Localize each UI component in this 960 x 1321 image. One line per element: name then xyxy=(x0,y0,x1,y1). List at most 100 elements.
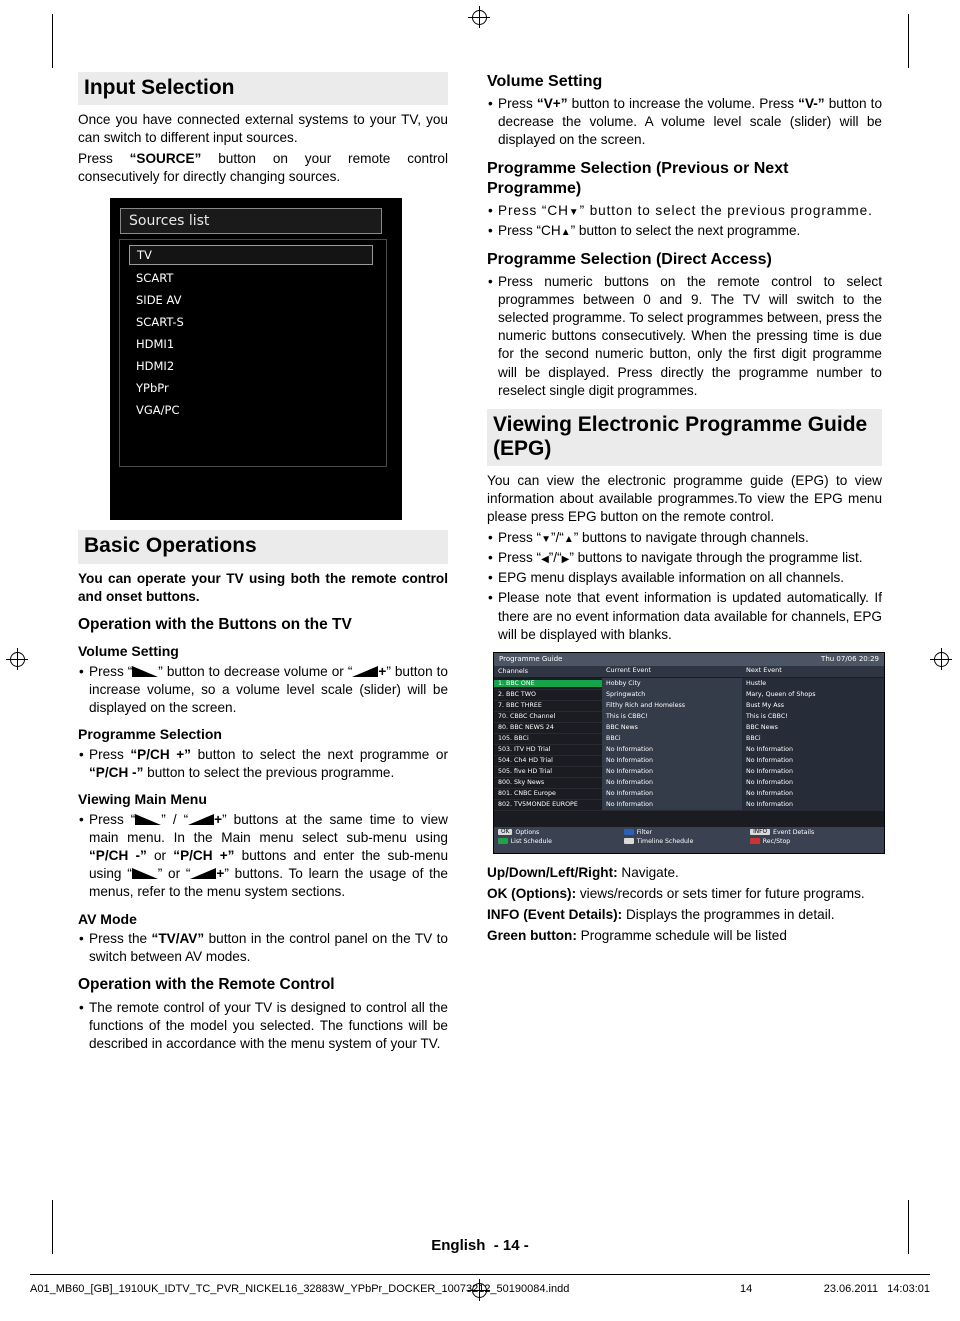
main-menu-list: Press “” / “+” buttons at the same time … xyxy=(78,811,448,901)
epg-current: No Information xyxy=(602,743,742,755)
print-file-page: 14 xyxy=(740,1283,753,1295)
volume-setting-heading-left: Volume Setting xyxy=(78,643,179,660)
epg-legend-text-green: Programme schedule will be listed xyxy=(576,927,787,943)
info-key-badge: INFO xyxy=(750,829,771,836)
programme-selection-direct-heading: Programme Selection (Direct Access) xyxy=(487,250,772,268)
input-selection-heading: Input Selection xyxy=(78,72,448,106)
epg-legend-key-ok: OK (Options): xyxy=(487,885,577,901)
vr-c: button to increase the volume. Press xyxy=(567,96,799,112)
print-file-timestamp: 23.06.2011 14:03:01 xyxy=(780,1283,930,1295)
pch-minus-label: “P/CH -” xyxy=(89,765,144,781)
epg-footer-row-2: List Schedule Timeline Schedule Rec/Stop xyxy=(498,838,880,845)
epg-bullet-note: Please note that event information is up… xyxy=(487,589,882,643)
epg-next: No Information xyxy=(742,754,884,766)
footer-divider xyxy=(30,1274,930,1275)
plus-sign-2: + xyxy=(214,812,223,828)
main-menu-item: Press “” / “+” buttons at the same time … xyxy=(78,811,448,901)
epg-legend-key-info: INFO (Event Details): xyxy=(487,906,623,922)
buttons-on-tv-heading: Operation with the Buttons on the TV xyxy=(78,615,352,633)
crop-line-left xyxy=(52,14,53,68)
sources-list-screenshot: Sources list TV SCART SIDE AV SCART-S HD… xyxy=(110,198,402,521)
epg-footer-filter-label: Filter xyxy=(636,828,653,836)
eb1-b: ”/“ xyxy=(550,530,564,546)
epg-footer-event-details[interactable]: INFO Event Details xyxy=(750,829,876,836)
epg-channel: 505. five HD Trial xyxy=(498,767,553,775)
registration-circle-left xyxy=(10,652,25,667)
epg-intro: You can view the electronic programme gu… xyxy=(487,472,882,525)
channel-up-icon xyxy=(561,223,571,238)
epg-current: No Information xyxy=(602,765,742,777)
volume-setting-list-left: Press “” button to decrease volume or “+… xyxy=(78,663,448,717)
programme-selection-item-left: Press “P/CH +” button to select the next… xyxy=(78,746,448,782)
volume-setting-list-right: Press “V+” button to increase the volume… xyxy=(487,95,882,149)
epg-heading: Viewing Electronic Programme Guide (EPG) xyxy=(487,408,882,466)
epg-next: Hustle xyxy=(742,677,884,689)
epg-channel: 503. ITV HD Trial xyxy=(498,745,551,753)
epg-footer-filter[interactable]: Filter xyxy=(624,829,750,836)
epg-screenshot-title: Programme Guide xyxy=(499,655,563,664)
epg-bullet-info: EPG menu displays available information … xyxy=(487,569,882,587)
epg-header-next: Next Event xyxy=(742,665,884,677)
epg-clock: Thu 07/06 20:29 xyxy=(821,655,879,664)
print-file-name: A01_MB60_[GB]_1910UK_IDTV_TC_PVR_NICKEL1… xyxy=(30,1283,570,1295)
ps-c: button to select the next programme or xyxy=(190,747,449,763)
epg-footer-options[interactable]: OK Options xyxy=(498,829,624,836)
crop-line-right xyxy=(908,14,909,68)
pch-plus-label-2: “P/CH +” xyxy=(173,848,235,864)
epg-current: No Information xyxy=(602,754,742,766)
epg-current: Filthy Rich and Homeless xyxy=(602,699,742,711)
ps-e: button to select the previous programme. xyxy=(143,765,395,781)
epg-row[interactable]: 802. TV5MONDE EUROPE No Information No I… xyxy=(494,798,884,811)
epg-next: No Information xyxy=(742,787,884,799)
epg-channel: 70. CBBC Channel xyxy=(498,712,556,720)
epg-footer-buttons: OK Options Filter INFO Event Details List … xyxy=(494,826,884,853)
epg-footer-timeline-schedule[interactable]: Timeline Schedule xyxy=(624,838,750,845)
epg-channel: 801. CNBC Europe xyxy=(498,789,556,797)
epg-legend-info: INFO (Event Details): Displays the progr… xyxy=(487,906,882,924)
v-minus-label: “V-” xyxy=(798,96,825,112)
volume-down-icon xyxy=(132,666,159,678)
source-button-label: “SOURCE” xyxy=(129,151,202,167)
epg-footer-row-1: OK Options Filter INFO Event Details xyxy=(498,829,880,836)
print-file-date: 23.06.2011 xyxy=(823,1283,878,1295)
green-key-badge xyxy=(498,838,508,845)
input-selection-paragraph-1: Once you have connected external systems… xyxy=(78,112,448,146)
epg-current: BBCi xyxy=(602,732,742,744)
epg-legend-key-green: Green button: xyxy=(487,927,577,943)
sources-list-item-side-av: SIDE AV xyxy=(136,293,182,308)
registration-circle-right xyxy=(934,652,949,667)
programme-selection-list-left: Press “P/CH +” button to select the next… xyxy=(78,746,448,782)
volume-down-icon-3 xyxy=(131,868,158,880)
epg-footer-rec-stop[interactable]: Rec/Stop xyxy=(750,838,876,845)
sources-list-item-ypbpr: YPbPr xyxy=(136,381,169,396)
epg-footer-timeline-schedule-label: Timeline Schedule xyxy=(636,837,694,845)
right-column: Volume Setting Press “V+” button to incr… xyxy=(487,72,885,948)
nav-left-icon xyxy=(541,550,549,565)
epg-current: BBC News xyxy=(602,721,742,733)
sources-list-item-scart-s: SCART-S xyxy=(136,315,184,330)
remote-control-heading: Operation with the Remote Control xyxy=(78,976,335,994)
programme-selection-direct-list: Press numeric buttons on the remote cont… xyxy=(487,273,882,400)
epg-legend-text-ok: views/records or sets timer for future p… xyxy=(576,885,865,901)
pp-b: ” button to select the previous programm… xyxy=(579,202,873,218)
epg-header-channels: Channels xyxy=(498,667,529,676)
epg-bullet-channels: Press “ ”/“ ” buttons to navigate through … xyxy=(487,529,882,547)
epg-channel: 105. BBCi xyxy=(498,734,529,742)
eb2-c: ” buttons to navigate through the progra… xyxy=(569,550,863,566)
epg-legend-green: Green button: Programme schedule will be… xyxy=(487,927,882,945)
epg-next: No Information xyxy=(742,765,884,777)
epg-footer-options-label: Options xyxy=(515,828,540,836)
volume-down-icon-2 xyxy=(135,814,162,826)
basic-operations-intro-text: You can operate your TV using both the r… xyxy=(78,570,448,604)
epg-footer-list-schedule[interactable]: List Schedule xyxy=(498,838,624,845)
eb1-a: Press “ xyxy=(498,530,542,546)
epg-current: Springwatch xyxy=(602,688,742,700)
epg-legend-ok: OK (Options): views/records or sets time… xyxy=(487,885,882,903)
volume-up-icon xyxy=(352,666,379,678)
sources-list-title: Sources list xyxy=(120,208,382,235)
epg-next: No Information xyxy=(742,776,884,788)
epg-current: No Information xyxy=(602,798,742,810)
epg-legend-navigate: Up/Down/Left/Right: Navigate. xyxy=(487,864,882,882)
programme-selection-heading-left: Programme Selection xyxy=(78,726,222,743)
remote-control-list: The remote control of your TV is designe… xyxy=(78,999,448,1053)
